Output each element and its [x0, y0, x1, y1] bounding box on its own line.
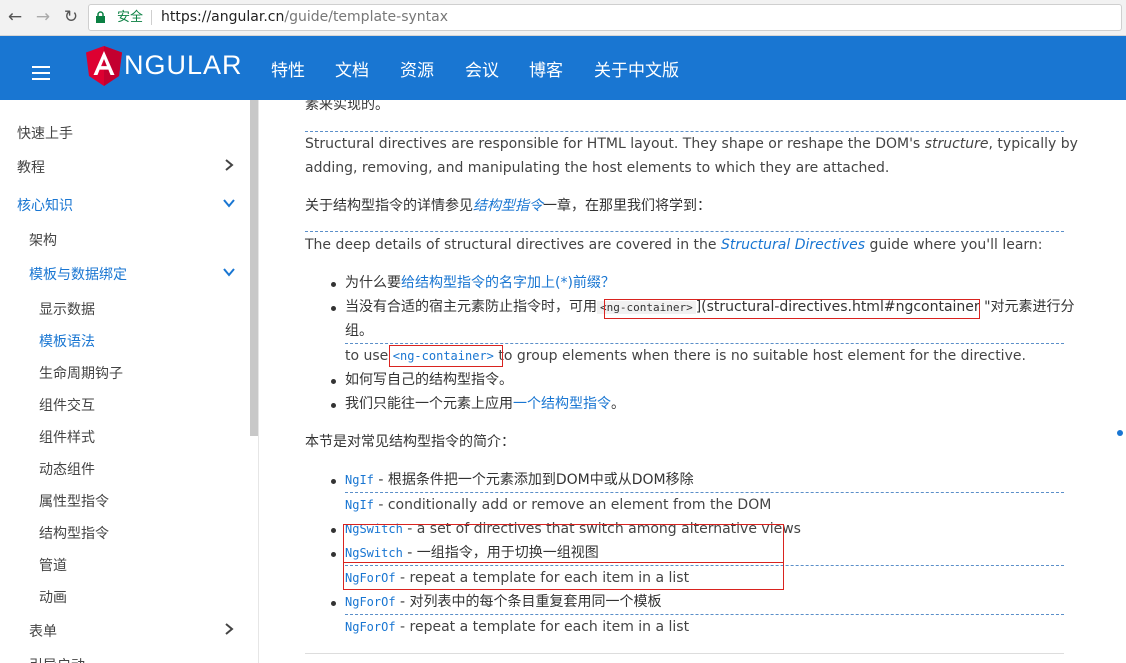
paragraph-details-en: The deep details of structural directive…	[305, 237, 1043, 253]
asterisk-prefix-link[interactable]: 给结构型指令的名字加上(*)前缀？	[401, 275, 615, 291]
sidebar-item-template-syntax[interactable]: 模板语法	[39, 331, 95, 351]
sidebar-item-displaying-data[interactable]: 显示数据	[39, 299, 95, 319]
chevron-down-icon[interactable]	[222, 265, 236, 279]
sidebar-item-tutorial[interactable]: 教程	[17, 157, 45, 177]
address-bar[interactable]: 安全 https://angular.cn/guide/template-syn…	[88, 4, 1122, 31]
sidebar-item-templates[interactable]: 模板与数据绑定	[29, 264, 127, 284]
url-text: https://angular.cn/guide/template-syntax	[161, 5, 448, 30]
divider	[345, 343, 1064, 344]
sidebar-item-dynamic-components[interactable]: 动态组件	[39, 459, 95, 479]
paragraph-details-zh: 关于结构型指令的详情参见结构型指令一章，在那里我们将学到：	[305, 198, 711, 214]
bullet	[331, 306, 336, 311]
nav-blog[interactable]: 博客	[529, 56, 563, 81]
browser-toolbar: ← → ↻ 安全 https://angular.cn/guide/templa…	[0, 0, 1126, 36]
highlight-box	[343, 524, 784, 590]
highlight-box	[604, 299, 980, 319]
divider	[345, 614, 1064, 615]
secure-label: 安全	[117, 10, 144, 25]
cut-off-text: 素来实现的。	[305, 100, 389, 113]
nav-about[interactable]: 关于中文版	[594, 56, 679, 81]
address-separator	[151, 10, 152, 25]
sidebar-item-component-styles[interactable]: 组件样式	[39, 427, 95, 447]
ngif-code-link[interactable]: NgIf	[345, 473, 374, 487]
highlight-box-divider	[343, 562, 784, 563]
back-arrow-icon[interactable]: ←	[4, 6, 26, 28]
list-item-line2: 组。	[345, 323, 373, 339]
ngforof-code-link[interactable]: NgForOf	[345, 620, 396, 634]
sidebar-item-forms[interactable]: 表单	[29, 621, 57, 641]
ngforof-code-link[interactable]: NgForOf	[345, 595, 396, 609]
site-header: NGULAR 特性 文档 资源 会议 博客 关于中文版	[0, 36, 1126, 100]
list-item-ngforof-en: NgForOf - repeat a template for each ite…	[345, 619, 690, 635]
lock-icon	[96, 11, 105, 23]
sidebar-item-structural-directives[interactable]: 结构型指令	[39, 523, 109, 543]
hamburger-menu-icon[interactable]	[32, 66, 50, 80]
structural-directives-link-en[interactable]: Structural Directives	[721, 237, 865, 253]
angular-logo-icon[interactable]	[86, 46, 122, 86]
sidebar-scrollbar[interactable]	[250, 100, 258, 436]
divider	[305, 131, 1064, 132]
sidebar-item-pipes[interactable]: 管道	[39, 555, 67, 575]
list-item: 如何写自己的结构型指令。	[345, 372, 513, 388]
paragraph-structural-en-line2: adding, removing, and manipulating the h…	[305, 160, 890, 176]
sidebar-item-quickstart[interactable]: 快速上手	[17, 123, 73, 143]
bullet	[331, 601, 336, 606]
nav-features[interactable]: 特性	[271, 56, 305, 81]
url-host: https://angular.cn	[161, 9, 285, 25]
sidebar-item-bootstrapping[interactable]: 引导启动	[29, 655, 85, 663]
list-item: 为什么要给结构型指令的名字加上(*)前缀？	[345, 275, 615, 291]
paragraph-structural-en: Structural directives are responsible fo…	[305, 136, 1078, 152]
one-directive-link[interactable]: 一个结构型指令	[513, 396, 611, 412]
sidebar-item-fundamentals[interactable]: 核心知识	[17, 195, 73, 215]
scroll-indicator-dot	[1117, 430, 1123, 436]
main-content: 素来实现的。 Structural directives are respons…	[259, 100, 1126, 663]
nav-events[interactable]: 会议	[465, 56, 499, 81]
url-path: /guide/template-syntax	[284, 9, 448, 25]
chevron-right-icon[interactable]	[222, 158, 236, 172]
section-divider	[305, 653, 1064, 654]
bullet	[331, 528, 336, 533]
bullet	[331, 552, 336, 557]
list-item-ngif: NgIf - 根据条件把一个元素添加到DOM中或从DOM移除	[345, 472, 694, 488]
divider	[305, 231, 1064, 232]
brand-name[interactable]: NGULAR	[124, 50, 243, 81]
nav-docs[interactable]: 文档	[335, 56, 369, 81]
sidebar-item-architecture[interactable]: 架构	[29, 230, 57, 250]
bullet	[331, 403, 336, 408]
chevron-right-icon[interactable]	[222, 622, 236, 636]
ngif-code-link[interactable]: NgIf	[345, 498, 374, 512]
bullet	[331, 282, 336, 287]
sidebar-item-component-interaction[interactable]: 组件交互	[39, 395, 95, 415]
list-item-ngforof: NgForOf - 对列表中的每个条目重复套用同一个模板	[345, 594, 662, 610]
sidebar-item-animations[interactable]: 动画	[39, 587, 67, 607]
chevron-down-icon[interactable]	[222, 196, 236, 210]
list-item: 我们只能往一个元素上应用一个结构型指令。	[345, 396, 625, 412]
bullet	[331, 379, 336, 384]
structural-directives-link[interactable]: 结构型指令	[473, 198, 543, 214]
reload-icon[interactable]: ↻	[60, 6, 82, 28]
highlight-box	[389, 345, 503, 367]
nav-resources[interactable]: 资源	[400, 56, 434, 81]
divider	[345, 492, 1064, 493]
sidebar: 快速上手 教程 核心知识 架构 模板与数据绑定 显示数据 模板语法 生命周期钩子…	[0, 100, 258, 663]
sidebar-item-lifecycle-hooks[interactable]: 生命周期钩子	[39, 363, 123, 383]
list-item-ngif-en: NgIf - conditionally add or remove an el…	[345, 497, 772, 513]
sidebar-item-attribute-directives[interactable]: 属性型指令	[39, 491, 109, 511]
intro-paragraph: 本节是对常见结构型指令的简介：	[305, 434, 515, 450]
bullet	[331, 479, 336, 484]
forward-arrow-icon[interactable]: →	[32, 6, 54, 28]
